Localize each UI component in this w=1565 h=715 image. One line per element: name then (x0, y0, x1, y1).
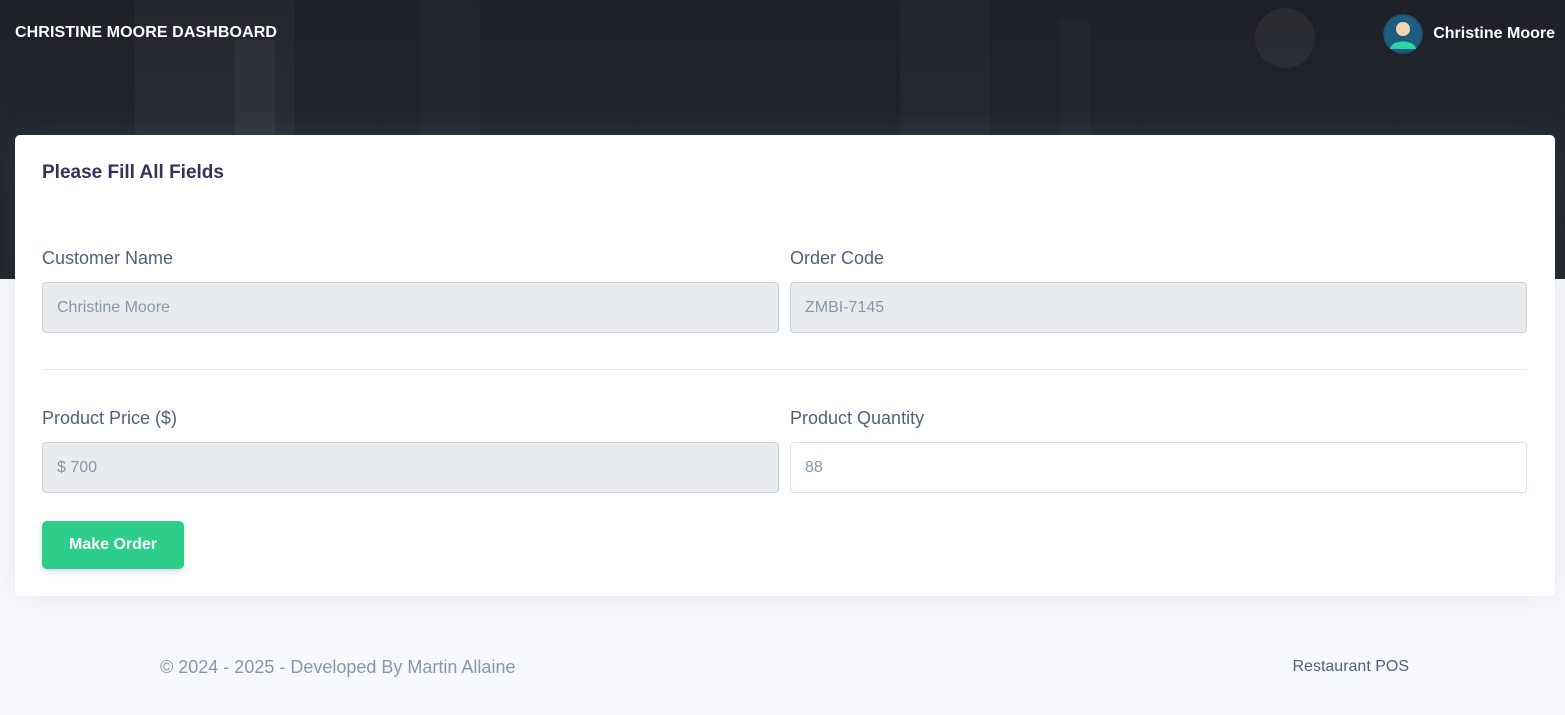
product-price-label: Product Price ($) (42, 408, 178, 428)
form-title: Please Fill All Fields (42, 162, 224, 183)
customer-name-label: Customer Name (42, 248, 174, 268)
background-shape (235, 40, 275, 135)
order-code-field[interactable] (790, 282, 1527, 333)
user-menu[interactable]: Christine Moore (1383, 14, 1555, 54)
dashboard-title[interactable]: CHRISTINE MOORE DASHBOARD (15, 24, 277, 42)
product-price-field[interactable] (42, 442, 779, 493)
customer-name-field[interactable] (42, 282, 779, 333)
avatar (1383, 14, 1424, 54)
make-order-button[interactable]: Make Order (42, 521, 184, 569)
user-name: Christine Moore (1433, 25, 1555, 42)
user-avatar-icon (1383, 14, 1424, 54)
product-quantity-input[interactable] (790, 442, 1527, 493)
background-shape (900, 0, 990, 135)
divider (42, 369, 1527, 370)
product-quantity-label: Product Quantity (790, 408, 925, 428)
order-code-label: Order Code (790, 248, 885, 268)
background-shape (420, 0, 480, 135)
copyright-text: © 2024 - 2025 - Developed By Martin Alla… (160, 657, 516, 677)
background-shape (1255, 8, 1315, 68)
order-form-card: Please Fill All Fields Customer Name Ord… (15, 135, 1555, 596)
background-shape (1060, 20, 1090, 135)
restaurant-pos-link[interactable]: Restaurant POS (1293, 658, 1410, 676)
